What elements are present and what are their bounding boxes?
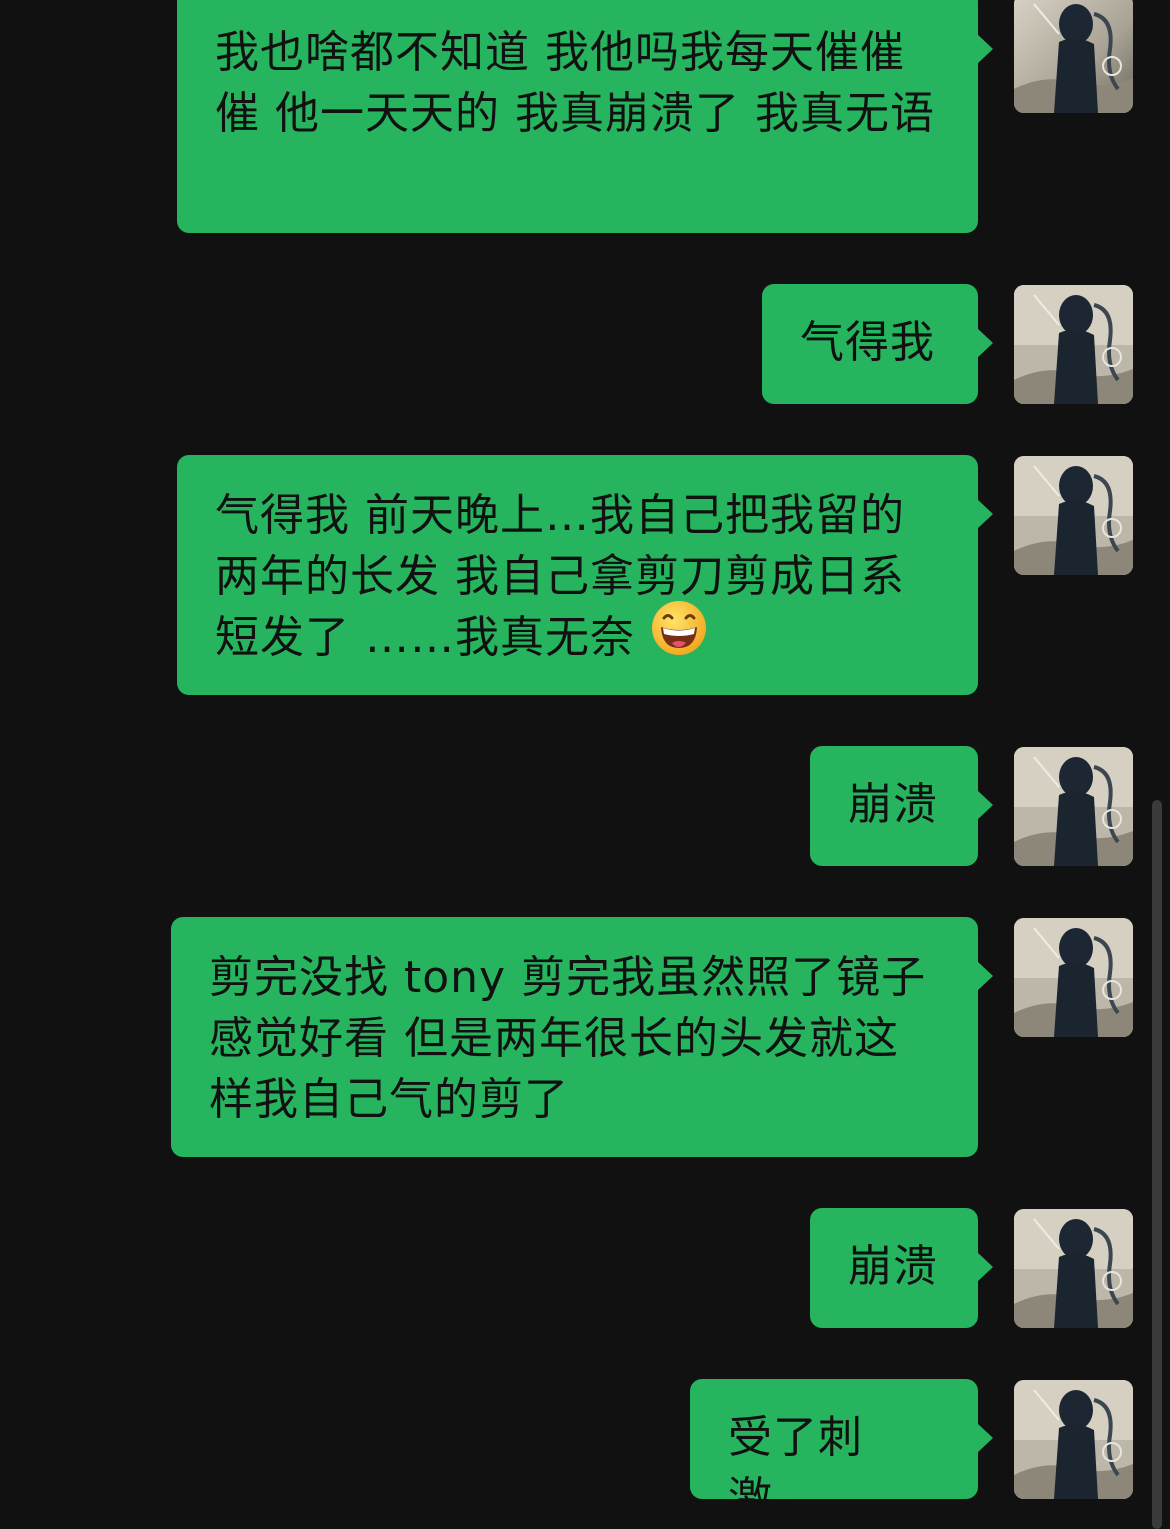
- message-text: 崩溃: [848, 779, 938, 830]
- chat-message-list[interactable]: 我也啥都不知道 我他吗我每天催催催 他一天天的 我真崩溃了 我真无语 气得我 气…: [0, 0, 1170, 1529]
- message-text: 我也啥都不知道 我他吗我每天催催催 他一天天的 我真崩溃了 我真无语: [215, 27, 935, 139]
- message-bubble[interactable]: 我也啥都不知道 我他吗我每天催催催 他一天天的 我真崩溃了 我真无语: [177, 0, 993, 233]
- avatar[interactable]: [1014, 747, 1133, 866]
- avatar-image: [1014, 1209, 1133, 1328]
- message-bubble[interactable]: 崩溃: [810, 746, 993, 866]
- message-text: 剪完没找 tony 剪完我虽然照了镜子感觉好看 但是两年很长的头发就这样我自己气…: [209, 952, 927, 1125]
- avatar[interactable]: [1014, 0, 1133, 113]
- avatar-image: [1014, 1380, 1133, 1499]
- avatar-image: [1014, 0, 1133, 113]
- message-text: 崩溃: [848, 1241, 938, 1292]
- message-bubble[interactable]: 受了刺激。: [690, 1379, 993, 1524]
- message-text: 受了刺激。: [728, 1412, 863, 1524]
- scrollbar[interactable]: [1152, 800, 1162, 1529]
- avatar-image: [1014, 918, 1133, 1037]
- grinning-face-emoji-icon: [650, 598, 708, 672]
- avatar-image: [1014, 456, 1133, 575]
- avatar-image: [1014, 747, 1133, 866]
- avatar[interactable]: [1014, 1209, 1133, 1328]
- message-bubble[interactable]: 气得我 前天晚上…我自己把我留的两年的长发 我自己拿剪刀剪成日系短发了 ……我真…: [177, 455, 993, 695]
- avatar[interactable]: [1014, 1380, 1133, 1499]
- message-text: 气得我: [800, 317, 935, 368]
- message-bubble[interactable]: 气得我: [762, 284, 993, 404]
- message-bubble[interactable]: 剪完没找 tony 剪完我虽然照了镜子感觉好看 但是两年很长的头发就这样我自己气…: [171, 917, 993, 1157]
- avatar[interactable]: [1014, 918, 1133, 1037]
- message-bubble[interactable]: 崩溃: [810, 1208, 993, 1328]
- message-text: 气得我 前天晚上…我自己把我留的两年的长发 我自己拿剪刀剪成日系短发了 ……我真…: [215, 490, 905, 663]
- avatar-image: [1014, 285, 1133, 404]
- avatar[interactable]: [1014, 285, 1133, 404]
- avatar[interactable]: [1014, 456, 1133, 575]
